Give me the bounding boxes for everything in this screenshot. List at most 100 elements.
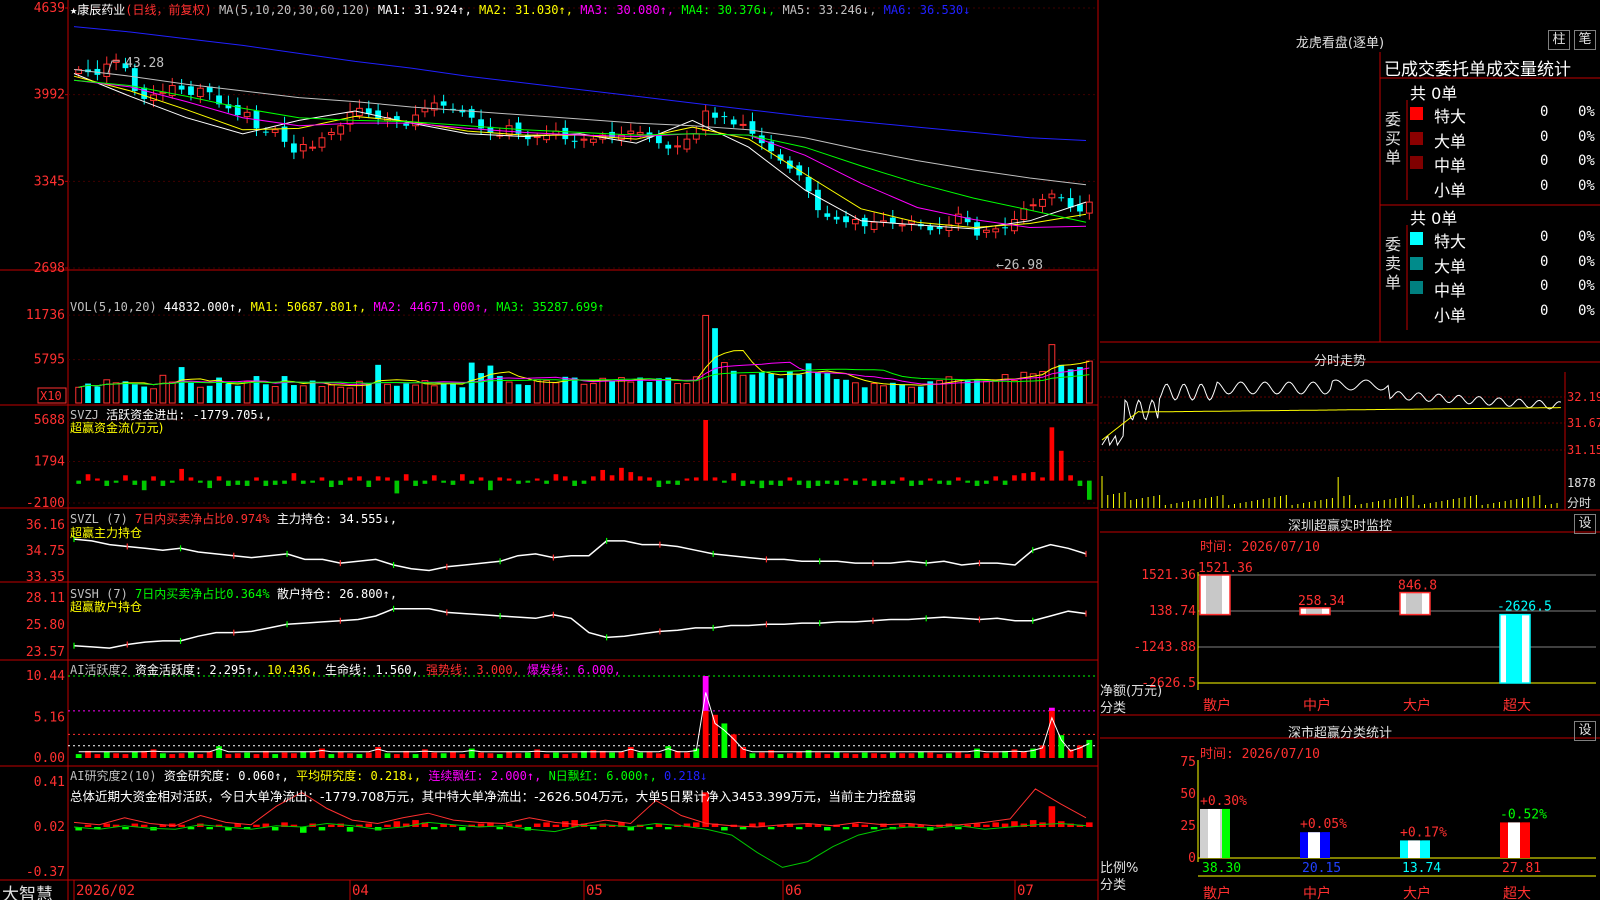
classify-bar-highlight (1308, 832, 1320, 858)
flow-bar (544, 480, 549, 484)
candle-body (1002, 227, 1009, 229)
candle-body (749, 121, 756, 134)
candle-body (243, 111, 251, 118)
activity-bar (300, 751, 307, 758)
activity-bar (618, 751, 625, 758)
flow-bar (993, 476, 999, 481)
research-bar (767, 827, 775, 830)
activity-bar (206, 751, 213, 758)
tick-view-button[interactable]: 笔 (1574, 30, 1596, 50)
legend-item: VOL(5,10,20) (70, 300, 164, 314)
x-axis-label: 05 (586, 883, 603, 899)
volume-bar (655, 378, 662, 403)
research-bar (870, 827, 878, 830)
volume-bar (234, 385, 241, 403)
y-tick-label: 23.57 (26, 645, 65, 660)
monitor-settings-button[interactable]: 设 (1574, 514, 1596, 534)
candle-body (870, 221, 878, 230)
activity-bar (852, 754, 859, 758)
y-tick-label: 1794 (34, 455, 65, 470)
activity-bar (655, 753, 662, 758)
candle-body (936, 227, 943, 229)
research-bar (206, 827, 213, 830)
stock-name: 康辰药业 (77, 3, 126, 17)
y-tick-label: 0.02 (34, 820, 65, 835)
lhkp-row-percent: 0% (1578, 153, 1595, 169)
activity-bar (468, 748, 475, 758)
kline-chart-area[interactable]: 2026/02 04 05 06 07 4639 3992 3345 2698 43.28 ←26… (0, 0, 1600, 900)
candle-body (1020, 208, 1028, 221)
flow-bar (431, 475, 437, 481)
activity-bar (871, 753, 877, 758)
research-bar (824, 827, 831, 831)
volume-bar (749, 374, 756, 403)
lhkp-row: 中单 0 0% (1410, 277, 1598, 300)
legend-item: MA(5,10,20,30,60,120) (218, 3, 378, 17)
research-bar (533, 823, 541, 827)
flow-bar (909, 480, 914, 486)
classify-settings-button[interactable]: 设 (1574, 721, 1596, 741)
flow-bar (581, 480, 587, 484)
volume-bar (533, 379, 541, 404)
classify-bar-accent (1222, 808, 1230, 858)
flow-bar (497, 477, 503, 481)
column-view-button[interactable]: 柱 (1548, 30, 1570, 50)
activity-bar (244, 752, 251, 758)
activity-bar (496, 754, 503, 758)
legend-item: 7日内买卖净占比0.974% (135, 512, 277, 526)
volume-bar (393, 385, 400, 403)
activity-bar (122, 754, 129, 758)
volume-bar (899, 384, 906, 403)
research-bar (627, 827, 635, 831)
activity-bar (515, 753, 522, 758)
volume-bar (815, 372, 821, 403)
activity-bar (983, 753, 990, 758)
y-tick-label: 5.16 (34, 710, 65, 725)
legend-item: 资金活跃度: 2.295↑, (134, 663, 268, 677)
flow-bar (169, 480, 175, 483)
volume-bar (141, 386, 148, 403)
classify-y-label: 50 (1180, 787, 1196, 802)
legend-item: AI活跃度2 (70, 663, 135, 677)
volume-bar (412, 384, 419, 404)
lhkp-row: 大单 0 0% (1410, 128, 1598, 151)
candle-body (309, 146, 317, 149)
volume-bar (730, 370, 737, 403)
flow-bar (179, 468, 184, 481)
candle-body (927, 226, 934, 231)
research-bar (562, 821, 569, 827)
research-bar (393, 821, 401, 827)
candle-body (299, 143, 307, 152)
flow-bar (675, 480, 680, 485)
volume-bar (720, 362, 728, 404)
flow-bar (862, 478, 868, 481)
flow-bar (853, 480, 858, 485)
lhkp-row: 大单 0 0% (1410, 253, 1598, 276)
research-bar (552, 824, 560, 827)
activity-bar (169, 754, 176, 758)
monitor-y-label: 1521.36 (1141, 568, 1196, 583)
candle-body (196, 87, 204, 98)
volume-bar (1077, 367, 1083, 403)
candle-body (843, 216, 849, 223)
volume-bar (346, 387, 354, 404)
activity-bar (543, 754, 550, 758)
fenshi-axis-label: 31.67 (1567, 416, 1600, 430)
research-bar (992, 822, 1000, 827)
flow-bar (469, 480, 475, 484)
flow-bar (890, 480, 896, 484)
research-bar (646, 827, 653, 830)
candle-body (674, 145, 681, 148)
activity-bar (113, 753, 120, 758)
classify-bar-highlight (1408, 840, 1420, 858)
research-bar (973, 823, 981, 827)
flow-bar (946, 480, 952, 485)
activity-bar (319, 748, 325, 758)
y-tick-label: -2100 (26, 496, 65, 511)
candle-body (262, 131, 269, 133)
volume-bar (712, 328, 718, 403)
activity-bar (234, 753, 241, 758)
volume-bar (243, 381, 251, 404)
monitor-bar-inner (1306, 607, 1322, 615)
flow-bar (843, 478, 849, 481)
